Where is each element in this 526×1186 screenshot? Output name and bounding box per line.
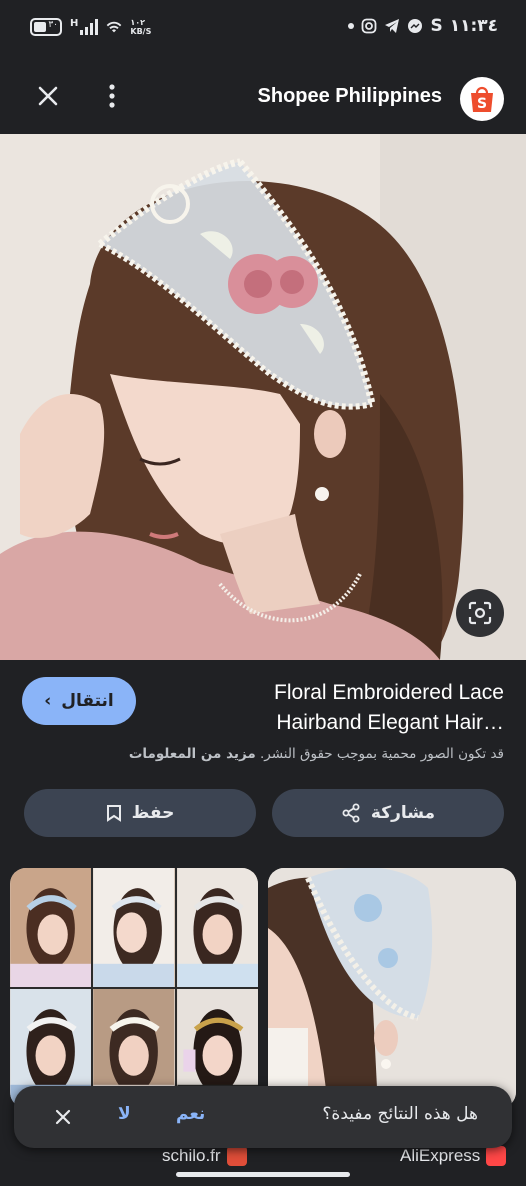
chevron-left-icon: ‹ <box>44 691 52 711</box>
related-result-card[interactable] <box>268 868 516 1108</box>
hairband-model-photo <box>0 134 526 660</box>
product-image[interactable] <box>0 134 526 660</box>
shopping-bag-icon: S <box>471 86 493 112</box>
notification-dot-icon <box>348 23 355 29</box>
bookmark-icon <box>106 805 121 822</box>
thumbnail <box>93 868 175 987</box>
related-result-card[interactable] <box>10 868 258 1108</box>
status-bar: ٣٠ H ١٠٢ KB/S S ١١:٣٤ <box>0 0 526 56</box>
network-speed: ١٠٢ KB/S <box>130 18 152 36</box>
clock: ١١:٣٤ <box>449 16 498 36</box>
aliexpress-icon <box>486 1146 507 1166</box>
app-bar: Shopee Philippines S <box>0 56 526 134</box>
source-name: AliExpress <box>400 1146 481 1165</box>
feedback-close-icon[interactable] <box>52 1106 74 1128</box>
visit-label: انتقال <box>61 691 114 711</box>
share-label: مشاركة <box>370 803 436 823</box>
source-aliexpress[interactable]: AliExpress <box>400 1146 507 1166</box>
messenger-icon <box>408 19 423 33</box>
home-indicator[interactable] <box>176 1172 350 1177</box>
thumbnail <box>268 868 516 1108</box>
battery-level: ٣٠ <box>48 20 58 30</box>
save-button[interactable]: حفظ <box>24 789 256 837</box>
share-icon <box>342 803 360 823</box>
lens-icon <box>468 601 492 625</box>
telegram-icon <box>385 19 400 33</box>
signal-icon <box>80 19 99 35</box>
shopee-notification-icon: S <box>430 16 443 36</box>
shopee-logo: S <box>460 77 504 121</box>
copyright-notice: قد تكون الصور محمية بموجب حقوق النشر. مز… <box>20 746 504 762</box>
more-options-icon[interactable] <box>100 82 124 110</box>
battery-icon: ٣٠ <box>30 18 62 36</box>
close-icon[interactable] <box>34 82 62 110</box>
wifi-icon <box>107 21 122 33</box>
product-title[interactable]: Floral Embroidered Lace Hairband Elegant… <box>184 678 504 738</box>
copyright-text: قد تكون الصور محمية بموجب حقوق النشر. <box>260 746 504 762</box>
source-schilo[interactable]: schilo.fr <box>162 1146 247 1166</box>
feedback-bar: هل هذه النتائج مفيدة؟ نعم لا <box>14 1086 512 1148</box>
thumbnail <box>176 868 258 987</box>
feedback-no-button[interactable]: لا <box>118 1104 131 1124</box>
feedback-yes-button[interactable]: نعم <box>176 1104 205 1124</box>
feedback-question: هل هذه النتائج مفيدة؟ <box>322 1104 478 1124</box>
svg-text:S: S <box>477 96 487 112</box>
learn-more-link[interactable]: مزيد من المعلومات <box>129 746 256 762</box>
product-title-line2: Hairband Elegant Hair… <box>276 711 504 734</box>
source-name: schilo.fr <box>162 1146 221 1165</box>
product-title-line1: Floral Embroidered Lace <box>274 681 504 704</box>
thumbnail <box>10 868 92 987</box>
related-results <box>0 868 526 1108</box>
save-label: حفظ <box>131 803 175 823</box>
lens-search-button[interactable] <box>456 589 504 637</box>
page-title: Shopee Philippines <box>257 85 442 107</box>
rooster-icon <box>226 1146 247 1166</box>
network-type: H <box>70 17 79 29</box>
visit-button[interactable]: ‹ انتقال <box>22 677 136 725</box>
share-button[interactable]: مشاركة <box>272 789 504 837</box>
instagram-icon <box>362 18 377 34</box>
